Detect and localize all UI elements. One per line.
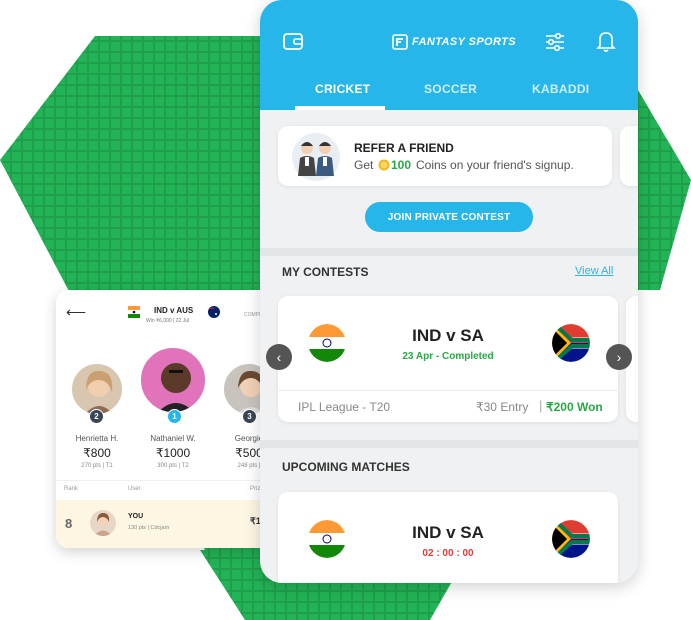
my-contests-heading: MY CONTESTS bbox=[282, 265, 369, 279]
join-private-contest-button[interactable]: JOIN PRIVATE CONTEST bbox=[365, 202, 533, 232]
app-phone-screen: FANTASY SPORTS CRICKET SOCCER KABADDI RE… bbox=[260, 0, 638, 583]
my-rank: 8 bbox=[65, 516, 73, 531]
contest-league: IPL League - T20 bbox=[298, 400, 391, 414]
australia-flag-icon bbox=[208, 306, 220, 318]
filter-sliders-icon[interactable] bbox=[544, 31, 566, 53]
podium-meta-2: 270 pts | T1 bbox=[81, 463, 113, 469]
back-arrow-icon[interactable]: ⟵ bbox=[66, 304, 86, 321]
next-promo-card-peek bbox=[620, 126, 638, 186]
podium-amount-1: ₹1000 bbox=[155, 446, 191, 460]
coin-icon bbox=[378, 159, 390, 171]
my-avatar bbox=[90, 510, 116, 536]
app-header: FANTASY SPORTS CRICKET SOCCER KABADDI bbox=[260, 0, 638, 110]
contest-entry: ₹30 Entry bbox=[476, 400, 529, 414]
notification-bell-icon[interactable] bbox=[596, 29, 616, 53]
col-user-header: User bbox=[128, 486, 141, 492]
refer-friend-card[interactable]: REFER A FRIEND Get 100 Coins on your fri… bbox=[278, 126, 612, 186]
leaderboard-card: ⟵ IND v AUS Win ₹6,000 | 22 Jul COMPL 2 … bbox=[56, 290, 286, 548]
my-meta: 130 pts | Cdcjam bbox=[128, 525, 170, 531]
promo-canvas: ⟵ IND v AUS Win ₹6,000 | 22 Jul COMPL 2 … bbox=[0, 0, 691, 620]
carousel-prev-button[interactable]: ‹ bbox=[266, 344, 292, 370]
refer-text-post: Coins on your friend's signup. bbox=[416, 158, 574, 172]
tab-cricket[interactable]: CRICKET bbox=[315, 82, 370, 96]
south-africa-flag-icon bbox=[552, 324, 590, 362]
podium-name-1: Nathaniel W. bbox=[150, 434, 196, 443]
section-divider-2 bbox=[260, 440, 638, 448]
contest-card[interactable]: IND v SA 23 Apr - Completed IPL League -… bbox=[278, 296, 618, 422]
app-logo-icon bbox=[392, 34, 408, 50]
join-private-contest-label: JOIN PRIVATE CONTEST bbox=[387, 211, 511, 223]
south-africa-flag-icon bbox=[552, 520, 590, 558]
podium-name-2: Henrietta H. bbox=[75, 434, 119, 443]
tab-soccer[interactable]: SOCCER bbox=[424, 82, 477, 96]
rank-badge-3: 3 bbox=[242, 409, 257, 424]
tab-active-indicator bbox=[295, 106, 385, 110]
match-subtitle: Win ₹6,000 | 22 Jul bbox=[146, 318, 190, 324]
divider bbox=[56, 480, 286, 481]
rank-badge-2: 2 bbox=[89, 409, 104, 424]
upcoming-match-card[interactable]: IND v SA 02 : 00 : 00 bbox=[278, 492, 618, 583]
contest-divider bbox=[278, 390, 618, 391]
col-rank-header: Rank bbox=[64, 486, 79, 492]
tab-kabaddi[interactable]: KABADDI bbox=[532, 82, 589, 96]
section-divider bbox=[260, 248, 638, 256]
upcoming-matches-heading: UPCOMING MATCHES bbox=[282, 460, 410, 474]
my-rank-row[interactable]: 8 YOU 130 pts | Cdcjam ₹1 bbox=[56, 500, 286, 548]
podium-amount-2: ₹800 bbox=[83, 446, 111, 460]
friends-illustration-icon bbox=[292, 133, 340, 181]
rank-badge-1: 1 bbox=[167, 409, 182, 424]
carousel-next-button[interactable]: › bbox=[606, 344, 632, 370]
avatar-rank-2[interactable] bbox=[70, 362, 124, 416]
col-prize-header: Priz bbox=[250, 486, 261, 492]
avatar-rank-1[interactable] bbox=[138, 345, 208, 415]
contest-won: ₹200 Won bbox=[546, 400, 603, 414]
refer-title: REFER A FRIEND bbox=[354, 141, 454, 155]
contest-separator: | bbox=[539, 398, 543, 413]
india-flag-icon bbox=[128, 306, 140, 318]
my-name: YOU bbox=[128, 513, 144, 520]
view-all-link[interactable]: View All bbox=[575, 265, 613, 277]
wallet-icon[interactable] bbox=[282, 30, 304, 52]
refer-coins: 100 bbox=[391, 158, 412, 172]
podium-meta-1: 300 pts | T2 bbox=[157, 463, 189, 469]
app-logo-text: FANTASY SPORTS bbox=[412, 36, 517, 48]
refer-text-pre: Get bbox=[354, 158, 374, 172]
match-title: IND v AUS bbox=[154, 306, 194, 315]
